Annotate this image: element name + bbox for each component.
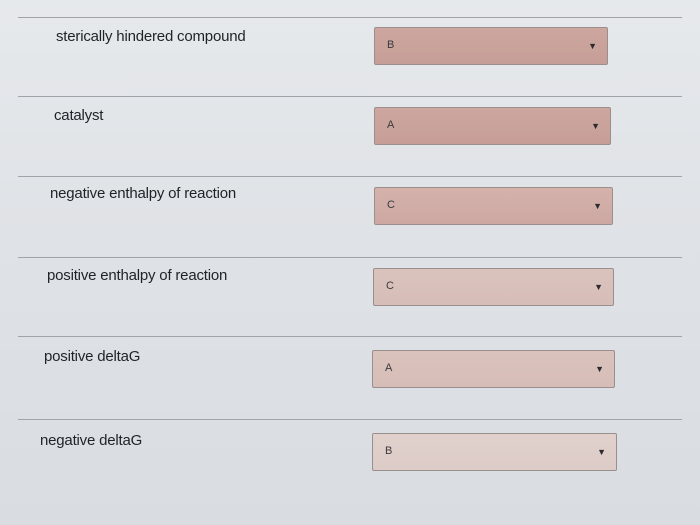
- row-label-positive-enthalpy-of-reaction: positive enthalpy of reaction: [47, 267, 228, 284]
- selected-value: B: [385, 445, 393, 457]
- row-label-negative-enthalpy-of-reaction: negative enthalpy of reaction: [50, 185, 236, 202]
- row-label-negative-deltag: negative deltaG: [40, 432, 143, 449]
- dropdown-arrow-icon: ▼: [597, 447, 606, 457]
- answer-select-positive-deltag[interactable]: A ▼: [372, 350, 615, 388]
- row-divider: [18, 176, 682, 177]
- selected-value: A: [385, 362, 393, 374]
- dropdown-arrow-icon: ▼: [591, 121, 600, 131]
- selected-value: C: [386, 280, 394, 292]
- dropdown-arrow-icon: ▼: [595, 364, 604, 374]
- row-label-positive-deltag: positive deltaG: [44, 348, 141, 365]
- answer-select-negative-deltag[interactable]: B ▼: [372, 433, 617, 471]
- row-divider: [18, 419, 682, 420]
- answer-select-sterically-hindered-compound[interactable]: B ▼: [374, 27, 608, 65]
- selected-value: A: [387, 119, 395, 131]
- matching-question-panel: sterically hindered compound B ▼ catalys…: [0, 0, 700, 525]
- answer-select-catalyst[interactable]: A ▼: [374, 107, 611, 145]
- selected-value: C: [387, 199, 395, 211]
- dropdown-arrow-icon: ▼: [588, 41, 597, 51]
- row-label-sterically-hindered-compound: sterically hindered compound: [56, 28, 246, 45]
- dropdown-arrow-icon: ▼: [593, 201, 602, 211]
- row-divider: [18, 17, 682, 18]
- row-label-catalyst: catalyst: [54, 107, 104, 124]
- row-divider: [18, 96, 682, 97]
- row-divider: [18, 257, 682, 258]
- row-divider: [18, 336, 682, 337]
- answer-select-positive-enthalpy-of-reaction[interactable]: C ▼: [373, 268, 614, 306]
- dropdown-arrow-icon: ▼: [594, 282, 603, 292]
- answer-select-negative-enthalpy-of-reaction[interactable]: C ▼: [374, 187, 613, 225]
- selected-value: B: [387, 39, 395, 51]
